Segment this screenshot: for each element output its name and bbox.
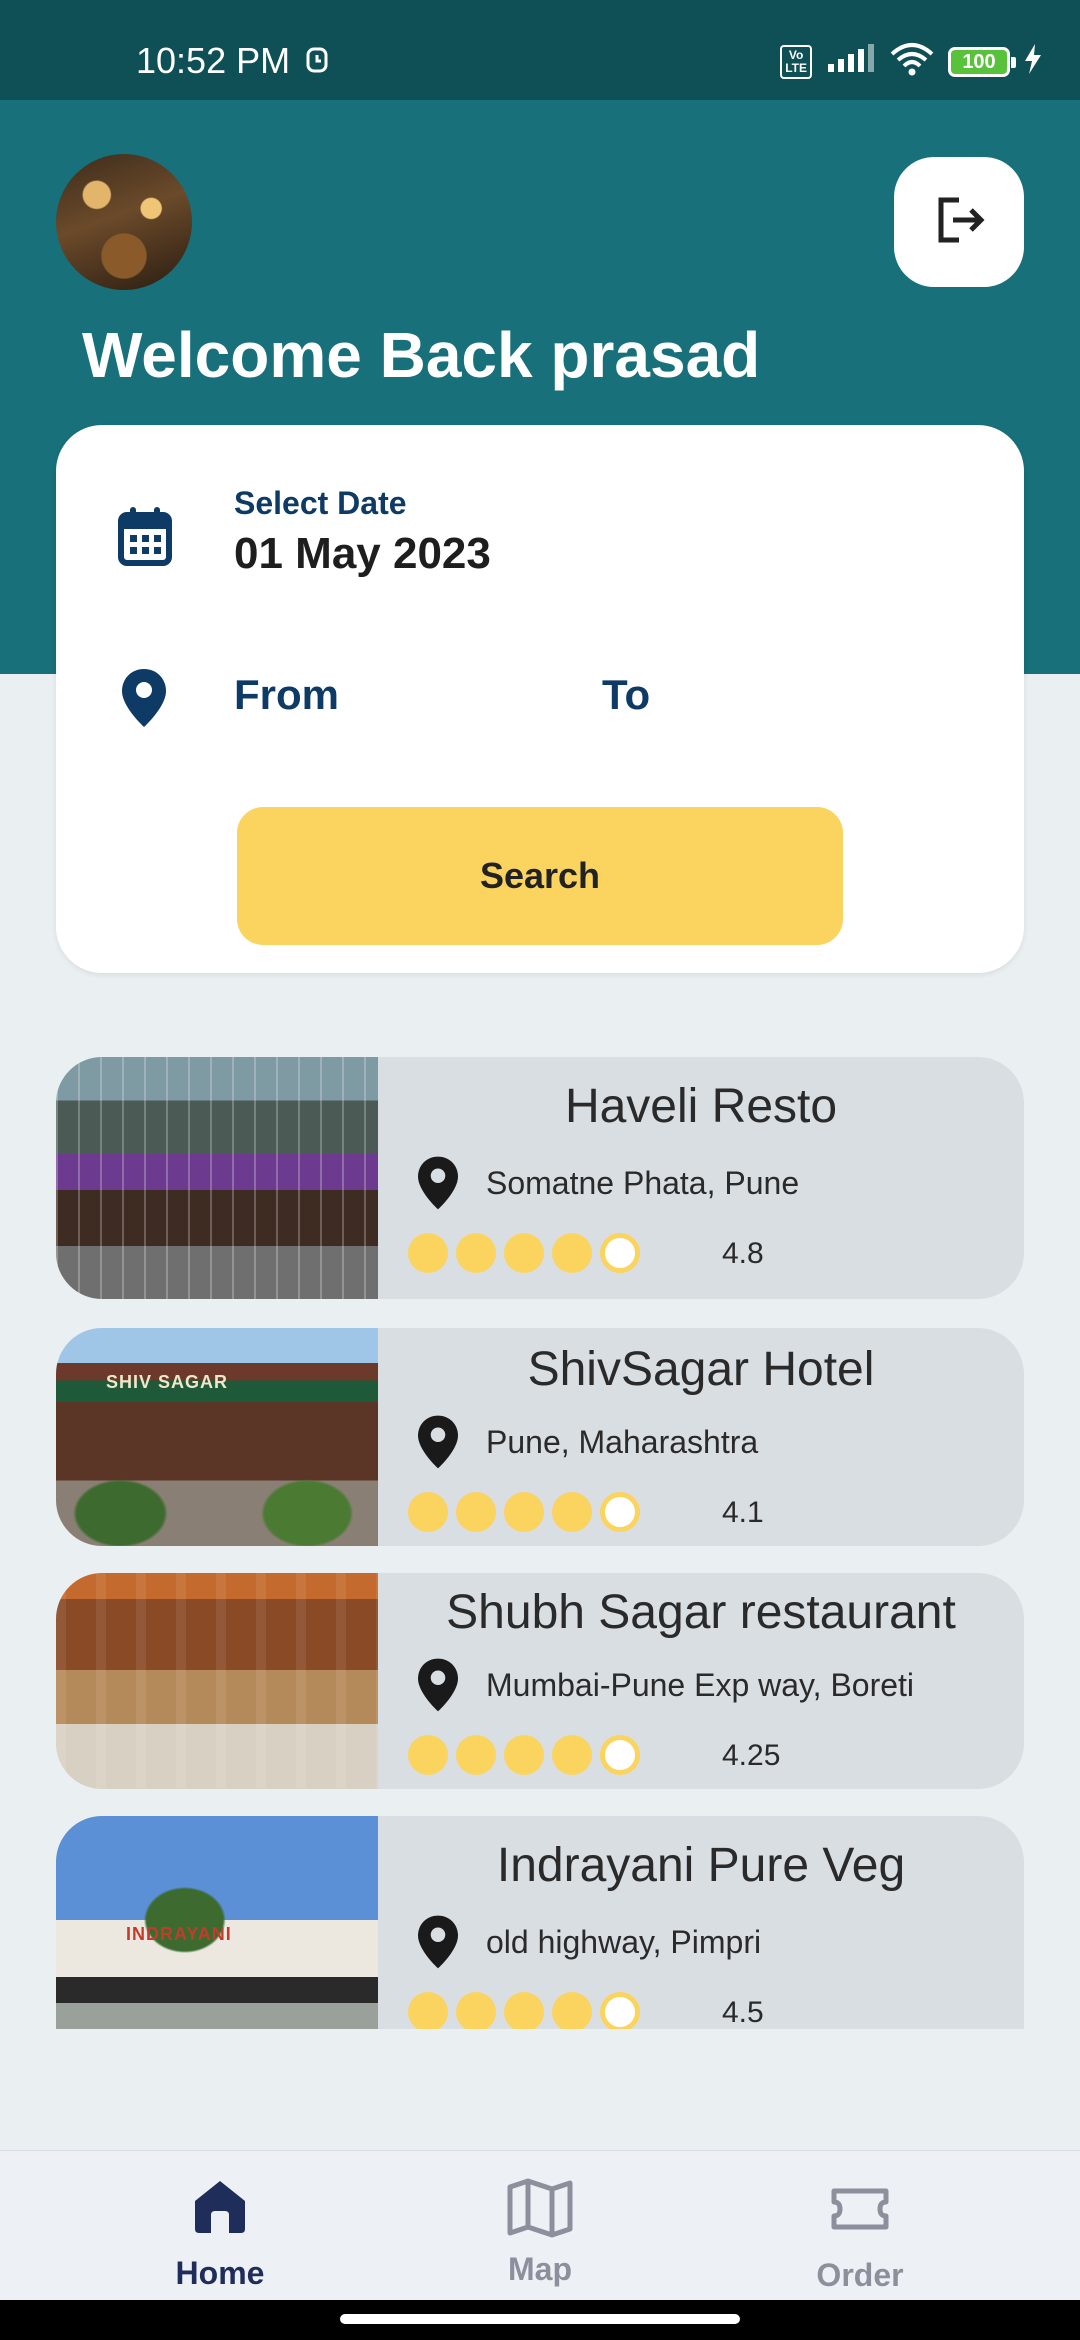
date-label: Select Date [234, 485, 407, 521]
nav-order-label: Order [816, 2257, 904, 2293]
home-icon [191, 2177, 249, 2240]
star-icon [504, 1233, 544, 1273]
star-icon [456, 1233, 496, 1273]
signal-icon [826, 44, 876, 79]
status-bar: 10:52 PM Vo LTE 100 [0, 0, 1080, 100]
restaurant-photo: SHIV SAGAR [56, 1328, 378, 1546]
restaurant-card[interactable]: SHIV SAGAR ShivSagar Hotel Pune, Maharas… [56, 1328, 1024, 1546]
rating-stars [408, 1735, 640, 1775]
restaurant-name: ShivSagar Hotel [527, 1343, 875, 1396]
logout-button[interactable] [894, 157, 1024, 287]
home-indicator[interactable] [340, 2314, 740, 2324]
logout-icon [931, 192, 987, 253]
location-pin-icon [418, 1155, 458, 1216]
star-icon [504, 1992, 544, 2029]
date-value[interactable]: 01 May 2023 [234, 529, 491, 579]
star-empty-icon [600, 1735, 640, 1775]
star-icon [408, 1233, 448, 1273]
restaurant-location: Mumbai-Pune Exp way, Boreti [486, 1667, 915, 1703]
location-pin-icon [418, 1657, 458, 1718]
rating-stars [408, 1492, 640, 1532]
nav-home-label: Home [175, 2255, 265, 2291]
star-icon [504, 1492, 544, 1532]
shivsagar-sign: SHIV SAGAR [106, 1372, 229, 1392]
nav-home[interactable]: Home [120, 2151, 320, 2301]
welcome-heading: Welcome Back prasad [82, 319, 761, 391]
nav-map-label: Map [508, 2251, 572, 2287]
restaurant-location: Pune, Maharashtra [486, 1424, 759, 1460]
status-time: 10:52 PM [136, 40, 291, 81]
restaurant-photo [56, 1057, 378, 1299]
star-icon [552, 1492, 592, 1532]
user-avatar[interactable] [56, 154, 192, 290]
wifi-icon [890, 42, 934, 81]
alarm-icon [305, 44, 329, 79]
star-icon [552, 1992, 592, 2029]
nav-order[interactable]: Order [760, 2151, 960, 2301]
restaurant-name: Shubh Sagar restaurant [446, 1586, 956, 1639]
search-button[interactable]: Search [237, 807, 843, 945]
star-icon [456, 1492, 496, 1532]
restaurant-location: Somatne Phata, Pune [486, 1165, 800, 1201]
star-icon [552, 1735, 592, 1775]
rating-value: 4.5 [722, 1996, 764, 2029]
restaurant-name: Haveli Resto [564, 1080, 838, 1133]
restaurant-photo: INDRAYANI [56, 1816, 378, 2029]
location-pin-icon [418, 1414, 458, 1475]
star-empty-icon [600, 1492, 640, 1532]
star-icon [456, 1992, 496, 2029]
star-empty-icon [600, 1233, 640, 1273]
rating-stars [408, 1992, 640, 2029]
restaurant-card[interactable]: Haveli Resto Somatne Phata, Pune 4.8 [56, 1057, 1024, 1299]
restaurant-card[interactable]: INDRAYANI Indrayani Pure Veg old highway… [56, 1816, 1024, 2029]
star-icon [552, 1233, 592, 1273]
restaurant-card[interactable]: Shubh Sagar restaurant Mumbai-Pune Exp w… [56, 1573, 1024, 1789]
restaurant-list: Haveli Resto Somatne Phata, Pune 4.8 SHI… [56, 1057, 1024, 2029]
restaurant-location: old highway, Pimpri [486, 1924, 762, 1960]
rating-value: 4.8 [722, 1237, 764, 1270]
volte-icon: Vo LTE [780, 44, 812, 79]
restaurant-name: Indrayani Pure Veg [496, 1839, 906, 1892]
gesture-bar [0, 2300, 1080, 2340]
star-icon [408, 1992, 448, 2029]
star-icon [456, 1735, 496, 1775]
nav-map[interactable]: Map [440, 2151, 640, 2301]
rating-stars [408, 1233, 640, 1273]
rating-value: 4.1 [722, 1496, 764, 1529]
star-icon [504, 1735, 544, 1775]
star-icon [408, 1492, 448, 1532]
search-card: Select Date 01 May 2023 From To Search [56, 425, 1024, 973]
ticket-icon [830, 2187, 890, 2236]
rating-value: 4.25 [722, 1739, 781, 1772]
calendar-icon[interactable] [118, 507, 172, 572]
restaurant-photo [56, 1573, 378, 1789]
location-pin-icon [418, 1914, 458, 1975]
from-field[interactable]: From [234, 671, 339, 719]
map-icon [506, 2177, 574, 2244]
location-pin-icon [122, 669, 166, 732]
star-icon [408, 1735, 448, 1775]
battery-icon: 100 [948, 46, 1016, 77]
charging-icon [1024, 44, 1042, 79]
bottom-navigation: Home Map Order [0, 2150, 1080, 2300]
star-empty-icon [600, 1992, 640, 2029]
to-field[interactable]: To [602, 671, 650, 719]
indrayani-sign: INDRAYANI [126, 1924, 232, 1944]
